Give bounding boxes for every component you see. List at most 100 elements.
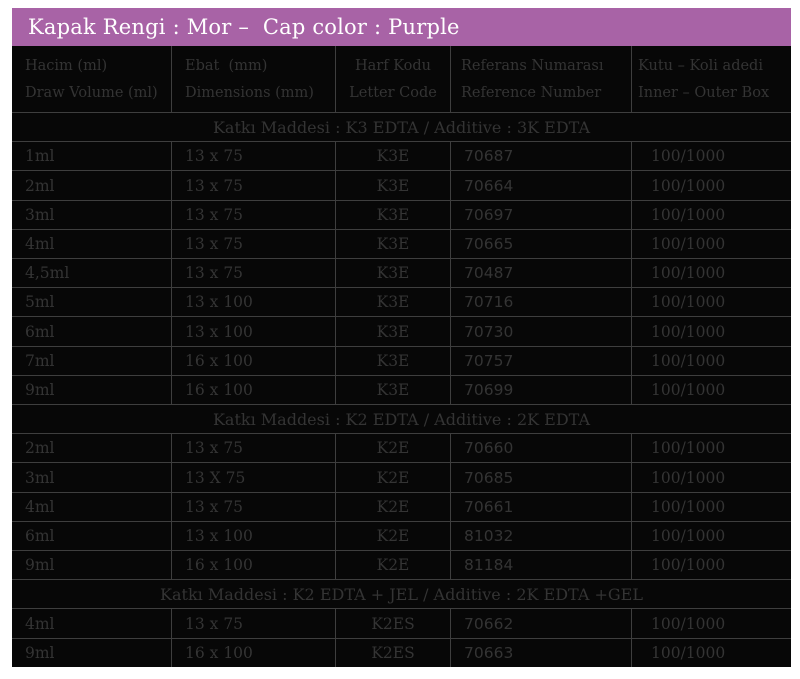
section-header-label: Katkı Maddesi : K2 EDTA / Additive : 2K …: [213, 410, 590, 429]
cell-dimensions: 13 x 75: [172, 142, 336, 170]
cell-box-count: 100/1000: [632, 288, 791, 316]
cell-letter-code: K2ES: [336, 639, 451, 667]
col-header-dimensions: Ebat (mm) Dimensions (mm): [172, 46, 336, 112]
cell-reference-number: 70687: [451, 142, 632, 170]
section-header-label: Katkı Maddesi : K2 EDTA + JEL / Additive…: [160, 585, 643, 604]
col-header-box-count: Kutu – Koli adedi Inner – Outer Box: [632, 46, 791, 112]
cell-box-count: 100/1000: [632, 317, 791, 345]
cell-dimensions: 13 X 75: [172, 463, 336, 491]
table-body: Katkı Maddesi : K3 EDTA / Additive : 3K …: [12, 112, 791, 667]
cell-box-count: 100/1000: [632, 551, 791, 579]
cell-dimensions: 16 x 100: [172, 347, 336, 375]
cell-letter-code: K2E: [336, 493, 451, 521]
cell-dimensions: 13 x 75: [172, 493, 336, 521]
cell-letter-code: K3E: [336, 142, 451, 170]
cell-dimensions: 13 x 75: [172, 171, 336, 199]
cell-draw-volume: 3ml: [12, 201, 172, 229]
cell-reference-number: 70699: [451, 376, 632, 404]
cell-letter-code: K3E: [336, 317, 451, 345]
table-row: 6ml 13 x 100 K2E 81032 100/1000: [12, 521, 791, 550]
col-header-draw-volume: Hacim (ml) Draw Volume (ml): [12, 46, 172, 112]
cell-draw-volume: 5ml: [12, 288, 172, 316]
cell-draw-volume: 9ml: [12, 639, 172, 667]
section-header: Katkı Maddesi : K2 EDTA + JEL / Additive…: [12, 579, 791, 608]
cell-box-count: 100/1000: [632, 259, 791, 287]
table-row: 2ml 13 x 75 K2E 70660 100/1000: [12, 433, 791, 462]
cell-reference-number: 70730: [451, 317, 632, 345]
spec-table: Hacim (ml) Draw Volume (ml) Ebat (mm) Di…: [12, 46, 791, 667]
cell-draw-volume: 9ml: [12, 551, 172, 579]
cell-letter-code: K2E: [336, 463, 451, 491]
cell-draw-volume: 1ml: [12, 142, 172, 170]
cell-box-count: 100/1000: [632, 230, 791, 258]
table-row: 9ml 16 x 100 K2E 81184 100/1000: [12, 550, 791, 579]
cell-reference-number: 70664: [451, 171, 632, 199]
cell-dimensions: 13 x 75: [172, 434, 336, 462]
page-title: Kapak Rengi : Mor – Cap color : Purple: [28, 15, 460, 39]
cell-draw-volume: 2ml: [12, 434, 172, 462]
cell-letter-code: K2E: [336, 551, 451, 579]
table-row: 4ml 13 x 75 K3E 70665 100/1000: [12, 229, 791, 258]
cell-dimensions: 16 x 100: [172, 376, 336, 404]
cell-reference-number: 70757: [451, 347, 632, 375]
table-row: 1ml 13 x 75 K3E 70687 100/1000: [12, 141, 791, 170]
cell-draw-volume: 4ml: [12, 609, 172, 637]
cell-box-count: 100/1000: [632, 639, 791, 667]
cell-reference-number: 70716: [451, 288, 632, 316]
cell-dimensions: 16 x 100: [172, 639, 336, 667]
cell-reference-number: 81032: [451, 522, 632, 550]
cell-letter-code: K3E: [336, 201, 451, 229]
cell-box-count: 100/1000: [632, 463, 791, 491]
table-row: 7ml 16 x 100 K3E 70757 100/1000: [12, 346, 791, 375]
cell-box-count: 100/1000: [632, 171, 791, 199]
cell-draw-volume: 6ml: [12, 522, 172, 550]
section-header: Katkı Maddesi : K2 EDTA / Additive : 2K …: [12, 404, 791, 433]
cell-draw-volume: 2ml: [12, 171, 172, 199]
table-row: 3ml 13 x 75 K3E 70697 100/1000: [12, 200, 791, 229]
cell-reference-number: 70487: [451, 259, 632, 287]
cell-draw-volume: 4ml: [12, 230, 172, 258]
cell-reference-number: 70685: [451, 463, 632, 491]
table-row: 2ml 13 x 75 K3E 70664 100/1000: [12, 170, 791, 199]
cell-box-count: 100/1000: [632, 522, 791, 550]
table-row: 9ml 16 x 100 K3E 70699 100/1000: [12, 375, 791, 404]
cell-box-count: 100/1000: [632, 609, 791, 637]
cell-draw-volume: 4ml: [12, 493, 172, 521]
cell-draw-volume: 3ml: [12, 463, 172, 491]
cell-draw-volume: 6ml: [12, 317, 172, 345]
cell-box-count: 100/1000: [632, 376, 791, 404]
cell-reference-number: 70697: [451, 201, 632, 229]
table-row: 4ml 13 x 75 K2ES 70662 100/1000: [12, 608, 791, 637]
title-bar: Kapak Rengi : Mor – Cap color : Purple: [12, 8, 791, 46]
table-row: 6ml 13 x 100 K3E 70730 100/1000: [12, 316, 791, 345]
cell-draw-volume: 9ml: [12, 376, 172, 404]
section-header-label: Katkı Maddesi : K3 EDTA / Additive : 3K …: [213, 118, 590, 137]
cell-box-count: 100/1000: [632, 347, 791, 375]
cell-dimensions: 13 x 75: [172, 201, 336, 229]
table-row: 4,5ml 13 x 75 K3E 70487 100/1000: [12, 258, 791, 287]
cell-reference-number: 70660: [451, 434, 632, 462]
cell-dimensions: 13 x 100: [172, 288, 336, 316]
cell-dimensions: 13 x 100: [172, 522, 336, 550]
cell-reference-number: 70663: [451, 639, 632, 667]
cell-draw-volume: 4,5ml: [12, 259, 172, 287]
cell-dimensions: 13 x 75: [172, 230, 336, 258]
table-row: 4ml 13 x 75 K2E 70661 100/1000: [12, 492, 791, 521]
cell-reference-number: 70662: [451, 609, 632, 637]
col-header-reference-number: Referans Numarası Reference Number: [451, 46, 632, 112]
table-row: 3ml 13 X 75 K2E 70685 100/1000: [12, 462, 791, 491]
cell-draw-volume: 7ml: [12, 347, 172, 375]
cell-dimensions: 13 x 75: [172, 609, 336, 637]
table-header-row: Hacim (ml) Draw Volume (ml) Ebat (mm) Di…: [12, 46, 791, 112]
cell-reference-number: 70665: [451, 230, 632, 258]
cell-letter-code: K3E: [336, 288, 451, 316]
cell-reference-number: 70661: [451, 493, 632, 521]
col-header-letter-code: Harf Kodu Letter Code: [336, 46, 451, 112]
cell-letter-code: K3E: [336, 347, 451, 375]
cell-letter-code: K3E: [336, 171, 451, 199]
cell-reference-number: 81184: [451, 551, 632, 579]
cell-letter-code: K2E: [336, 434, 451, 462]
cell-dimensions: 16 x 100: [172, 551, 336, 579]
cell-dimensions: 13 x 100: [172, 317, 336, 345]
cell-box-count: 100/1000: [632, 142, 791, 170]
